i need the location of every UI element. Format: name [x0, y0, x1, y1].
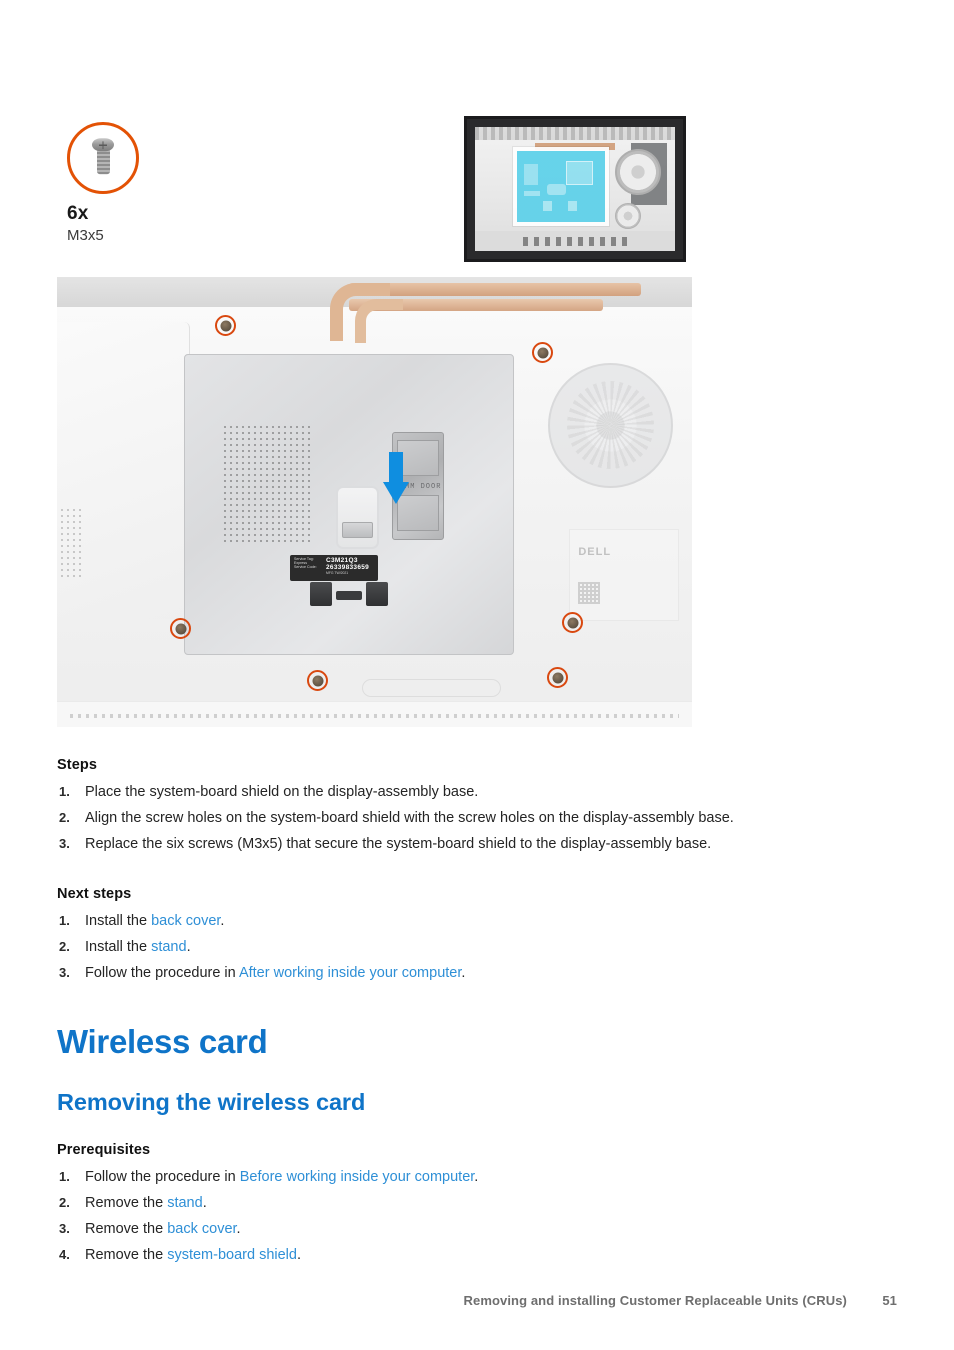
next-steps-list: Install the back cover. Install the stan…: [57, 911, 902, 984]
screw-marker-3: [170, 618, 191, 639]
list-item-suffix: .: [186, 938, 191, 955]
link-stand[interactable]: stand: [151, 939, 186, 955]
link-before-working-inside-your-computer[interactable]: Before working inside your computer: [240, 1169, 475, 1185]
service-tag-label: Service Tag: Express Service Code: C3M21…: [290, 555, 379, 582]
list-item: Align the screw holes on the system-boar…: [59, 808, 734, 828]
list-item-suffix: .: [220, 912, 225, 929]
screw-marker-6: [547, 667, 568, 688]
screw-marker-1: [215, 315, 236, 336]
list-item-text: Remove the: [85, 1246, 168, 1263]
list-item: Place the system-board shield on the dis…: [59, 782, 479, 802]
document-body: Steps Place the system-board shield on t…: [57, 757, 902, 1271]
list-item-suffix: .: [461, 964, 466, 981]
section-title: Removing the wireless card: [57, 1088, 366, 1115]
list-item-suffix: .: [296, 1246, 301, 1263]
chapter-title: Wireless card: [57, 1022, 268, 1060]
link-system-board-shield[interactable]: system-board shield: [167, 1247, 297, 1263]
prerequisites-list: Follow the procedure in Before working i…: [57, 1167, 902, 1266]
link-stand-prereq[interactable]: stand: [167, 1195, 202, 1211]
prerequisites-heading: Prerequisites: [57, 1141, 151, 1158]
photo-bottom-strip: [57, 701, 692, 727]
list-item-suffix: .: [236, 1220, 241, 1237]
screw-icon: [67, 122, 139, 194]
screw-size-label: M3x5: [67, 227, 104, 244]
screw-marker-5: [562, 612, 583, 633]
list-item-text: Install the: [85, 938, 152, 955]
list-item: Install the back cover.: [57, 911, 902, 932]
qr-code-icon: [578, 582, 601, 604]
link-back-cover-prereq[interactable]: back cover: [167, 1221, 236, 1237]
shield-latch: [341, 522, 373, 538]
list-item: Remove the system-board shield.: [57, 1245, 902, 1266]
connector-left: [309, 582, 332, 607]
next-steps-heading: Next steps: [57, 885, 132, 902]
screw-marker-4: [307, 670, 328, 691]
list-item: Follow the procedure in Before working i…: [57, 1167, 902, 1188]
list-item-suffix: .: [474, 1168, 479, 1185]
list-item: Follow the procedure in After working in…: [57, 963, 902, 984]
system-board-shield: DIMM DOOR Service Tag: Express Service C…: [184, 353, 515, 655]
screw-callout: 6x M3x5: [57, 122, 237, 244]
list-item-text: Remove the: [85, 1220, 168, 1237]
locator-vent-strip: [475, 127, 675, 140]
locator-highlight-region: [513, 146, 609, 227]
shield-latch-recess: [335, 486, 379, 550]
dell-brand-label: DELL: [578, 546, 612, 558]
main-procedure-photo: DELL DIMM DOOR Service Tag: Express Serv…: [57, 277, 692, 727]
service-label-sub: MFG TW/2021: [326, 570, 349, 575]
fan-icon: [547, 362, 673, 488]
list-item-text: Install the: [85, 912, 152, 929]
list-item-text: Follow the procedure in: [85, 964, 239, 981]
page-footer: Removing and installing Customer Replace…: [57, 1293, 897, 1308]
service-code-key: Service Code:: [294, 564, 317, 569]
link-after-working-inside-your-computer[interactable]: After working inside your computer: [239, 965, 461, 981]
list-item: Remove the stand.: [57, 1193, 902, 1214]
locator-fan-icon: [615, 149, 661, 195]
steps-heading: Steps: [57, 757, 97, 773]
page-number: 51: [882, 1293, 897, 1308]
bottom-slot: [361, 679, 502, 697]
list-item-suffix: .: [202, 1194, 207, 1211]
screw-count-label: 6x: [67, 203, 89, 224]
connector-right: [365, 582, 388, 607]
list-item-text: Remove the: [85, 1194, 168, 1211]
list-item: Replace the six screws (M3x5) that secur…: [59, 834, 712, 854]
link-back-cover[interactable]: back cover: [151, 913, 220, 929]
steps-list: Place the system-board shield on the dis…: [57, 782, 902, 855]
heatpipe-elbow-secondary: [355, 299, 404, 343]
shield-vent-pattern: [224, 426, 310, 547]
dell-product-label: DELL: [569, 529, 680, 621]
list-item: Install the stand.: [57, 937, 902, 958]
direction-arrow-icon: [383, 452, 409, 510]
locator-fan-secondary-icon: [615, 203, 641, 229]
locator-thumbnail: [464, 116, 686, 262]
list-item-text: Follow the procedure in: [85, 1168, 240, 1185]
screw-marker-2: [532, 342, 553, 363]
footer-chapter-label: Removing and installing Customer Replace…: [463, 1293, 847, 1308]
connector-center: [335, 591, 362, 601]
locator-ports: [523, 237, 627, 246]
list-item: Remove the back cover.: [57, 1219, 902, 1240]
heatpipe-icon: [349, 283, 642, 296]
display-assembly-left-panel: [57, 322, 191, 619]
